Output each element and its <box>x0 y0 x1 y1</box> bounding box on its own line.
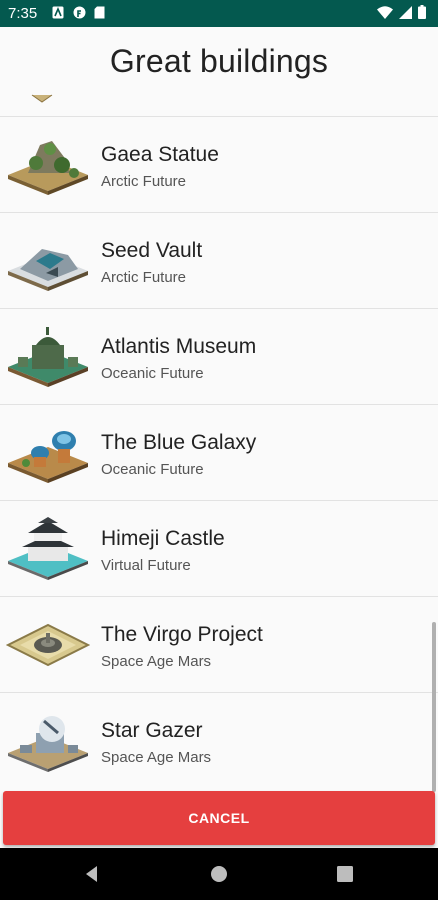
partial-building-icon <box>31 94 53 103</box>
building-list[interactable]: Gaea Statue Arctic Future Seed Vault Arc… <box>0 116 438 791</box>
notification-a-icon <box>52 6 64 19</box>
building-era: Space Age Mars <box>101 653 212 670</box>
list-item[interactable]: Star Gazer Space Age Mars <box>0 692 438 789</box>
gaea-statue-icon <box>8 141 88 195</box>
building-era: Arctic Future <box>101 269 187 286</box>
status-left-icons <box>52 6 106 19</box>
list-item[interactable]: Gaea Statue Arctic Future <box>0 116 438 213</box>
building-name: The Blue Galaxy <box>101 431 257 454</box>
sd-card-icon <box>94 6 106 19</box>
building-era: Oceanic Future <box>101 365 204 382</box>
list-item[interactable]: Seed Vault Arctic Future <box>0 212 438 309</box>
list-item[interactable]: The Blue Galaxy Oceanic Future <box>0 404 438 501</box>
star-gazer-icon <box>8 716 88 772</box>
scrollbar[interactable] <box>432 622 436 792</box>
building-name: Seed Vault <box>101 239 203 262</box>
atlantis-museum-icon <box>8 327 88 387</box>
notification-f-icon <box>73 6 86 19</box>
page-title: Great buildings <box>109 43 329 79</box>
building-era: Virtual Future <box>101 557 191 574</box>
cancel-button[interactable]: CANCEL <box>3 791 435 845</box>
status-bar: 7:35 <box>0 0 438 27</box>
battery-icon <box>418 5 426 24</box>
list-item[interactable]: Himeji Castle Virtual Future <box>0 500 438 597</box>
seed-vault-icon <box>8 249 88 291</box>
list-item[interactable]: The Virgo Project Space Age Mars <box>0 596 438 693</box>
building-era: Arctic Future <box>101 173 187 190</box>
cellular-icon <box>399 5 412 24</box>
building-era: Space Age Mars <box>101 749 212 766</box>
blue-galaxy-icon <box>8 431 88 483</box>
building-name: Himeji Castle <box>101 527 225 550</box>
building-name: The Virgo Project <box>101 623 263 646</box>
dialog-header: Great buildings <box>0 27 438 119</box>
building-name: Star Gazer <box>101 719 203 742</box>
himeji-castle-icon <box>8 517 88 580</box>
status-right-icons <box>377 5 426 24</box>
recents-icon[interactable] <box>335 864 355 884</box>
home-icon[interactable] <box>209 864 229 884</box>
back-icon[interactable] <box>82 864 102 884</box>
list-item[interactable]: Atlantis Museum Oceanic Future <box>0 308 438 405</box>
building-name: Atlantis Museum <box>101 335 257 358</box>
building-name: Gaea Statue <box>101 143 219 166</box>
building-era: Oceanic Future <box>101 461 204 478</box>
status-time: 7:35 <box>8 5 38 22</box>
navigation-bar <box>0 848 438 900</box>
wifi-icon <box>377 5 393 24</box>
virgo-project-icon <box>6 623 90 667</box>
